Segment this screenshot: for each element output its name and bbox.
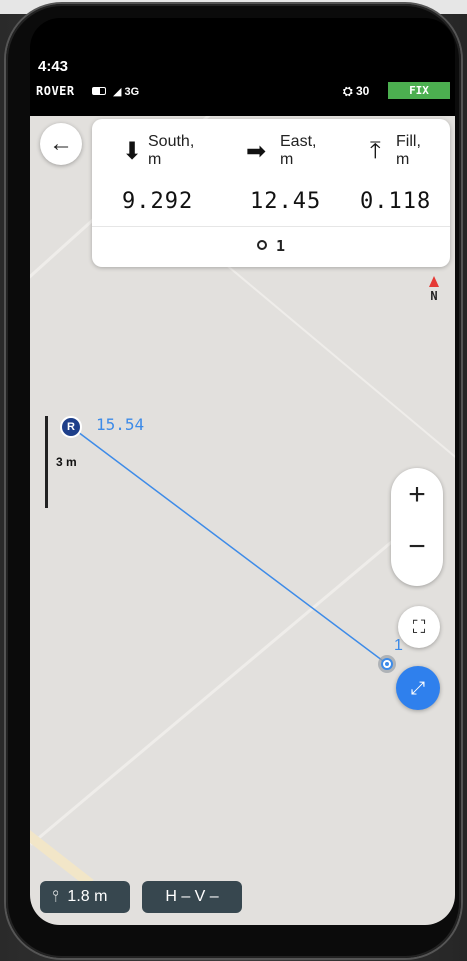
battery-icon [92,87,106,95]
east-column: ➡ East, m 12.45 [244,129,364,229]
compass-label: N [430,289,438,303]
arrow-right-icon: ➡ [246,138,267,165]
scale-label: 3 m [56,455,77,469]
fit-to-screen-button[interactable]: ⛶ [398,606,440,648]
arrow-up-bar-icon: ⤒ [370,137,381,164]
stakeout-panel: ⬇ South, m 9.292 ➡ East, m 12.45 ⤒ Fill,… [92,119,450,267]
north-arrow-icon [429,276,439,287]
satellite-count: 30 [355,84,370,98]
fix-badge: FIX [388,82,450,99]
mode-label: ROVER [36,84,75,98]
back-button[interactable]: ← [40,123,82,165]
pole-height-button[interactable]: ⫯ 1.8 m [40,881,130,913]
fill-label: Fill, m [396,133,421,168]
clock: 4:43 [38,58,69,75]
divider [92,226,450,227]
base-distance: 15.54 [96,415,145,434]
south-column: ⬇ South, m 9.292 [122,129,242,229]
base-label: R [67,421,75,433]
accuracy-button[interactable]: H – V – [142,881,242,913]
zoom-in-button[interactable]: + [391,478,443,512]
target-point-center [385,662,389,666]
target-point-selector[interactable]: 1 [92,237,450,255]
phone-device: 4:43 ROVER ◢ 3G ⛭ 30 FIX R 15.54 1 ← ⬇ S… [6,4,461,958]
back-arrow-icon: ← [49,130,73,157]
point-name: 1 [276,237,286,255]
satellite-icon: ⛭ 30 [343,84,370,98]
fill-value: 0.118 [360,189,432,214]
locate-icon: ⤢ [410,678,426,698]
zoom-control: + − [391,468,443,586]
plus-icon: + [408,478,426,511]
point-icon [256,240,267,250]
fill-column: ⤒ Fill, m 0.118 [360,129,455,229]
screen: 4:43 ROVER ◢ 3G ⛭ 30 FIX R 15.54 1 ← ⬇ S… [30,18,455,925]
fullscreen-icon: ⛶ [412,617,426,637]
pole-icon: ⫯ [52,888,59,905]
locate-button[interactable]: ⤢ [396,666,440,710]
scale-bar [45,416,48,508]
pole-height-value: 1.8 m [67,888,108,905]
south-label: South, m [148,133,195,168]
network-label: 3G [124,86,140,98]
background: 4:43 ROVER ◢ 3G ⛭ 30 FIX R 15.54 1 ← ⬇ S… [0,0,467,961]
compass[interactable]: N [422,276,446,305]
east-value: 12.45 [250,189,322,214]
signal-icon: ◢ 3G [113,86,140,98]
base-to-target-line [69,425,388,665]
minus-icon: − [408,530,426,563]
east-label: East, m [280,133,317,168]
zoom-out-button[interactable]: − [391,530,443,564]
map[interactable]: R 15.54 1 ← ⬇ South, m 9.292 ➡ East, m 1… [30,116,455,925]
accuracy-value: H – V – [165,888,219,905]
status-bar: 4:43 ROVER ◢ 3G ⛭ 30 FIX [30,58,455,118]
south-value: 9.292 [122,189,194,214]
arrow-down-icon: ⬇ [122,138,143,165]
base-marker[interactable]: R [60,416,82,438]
